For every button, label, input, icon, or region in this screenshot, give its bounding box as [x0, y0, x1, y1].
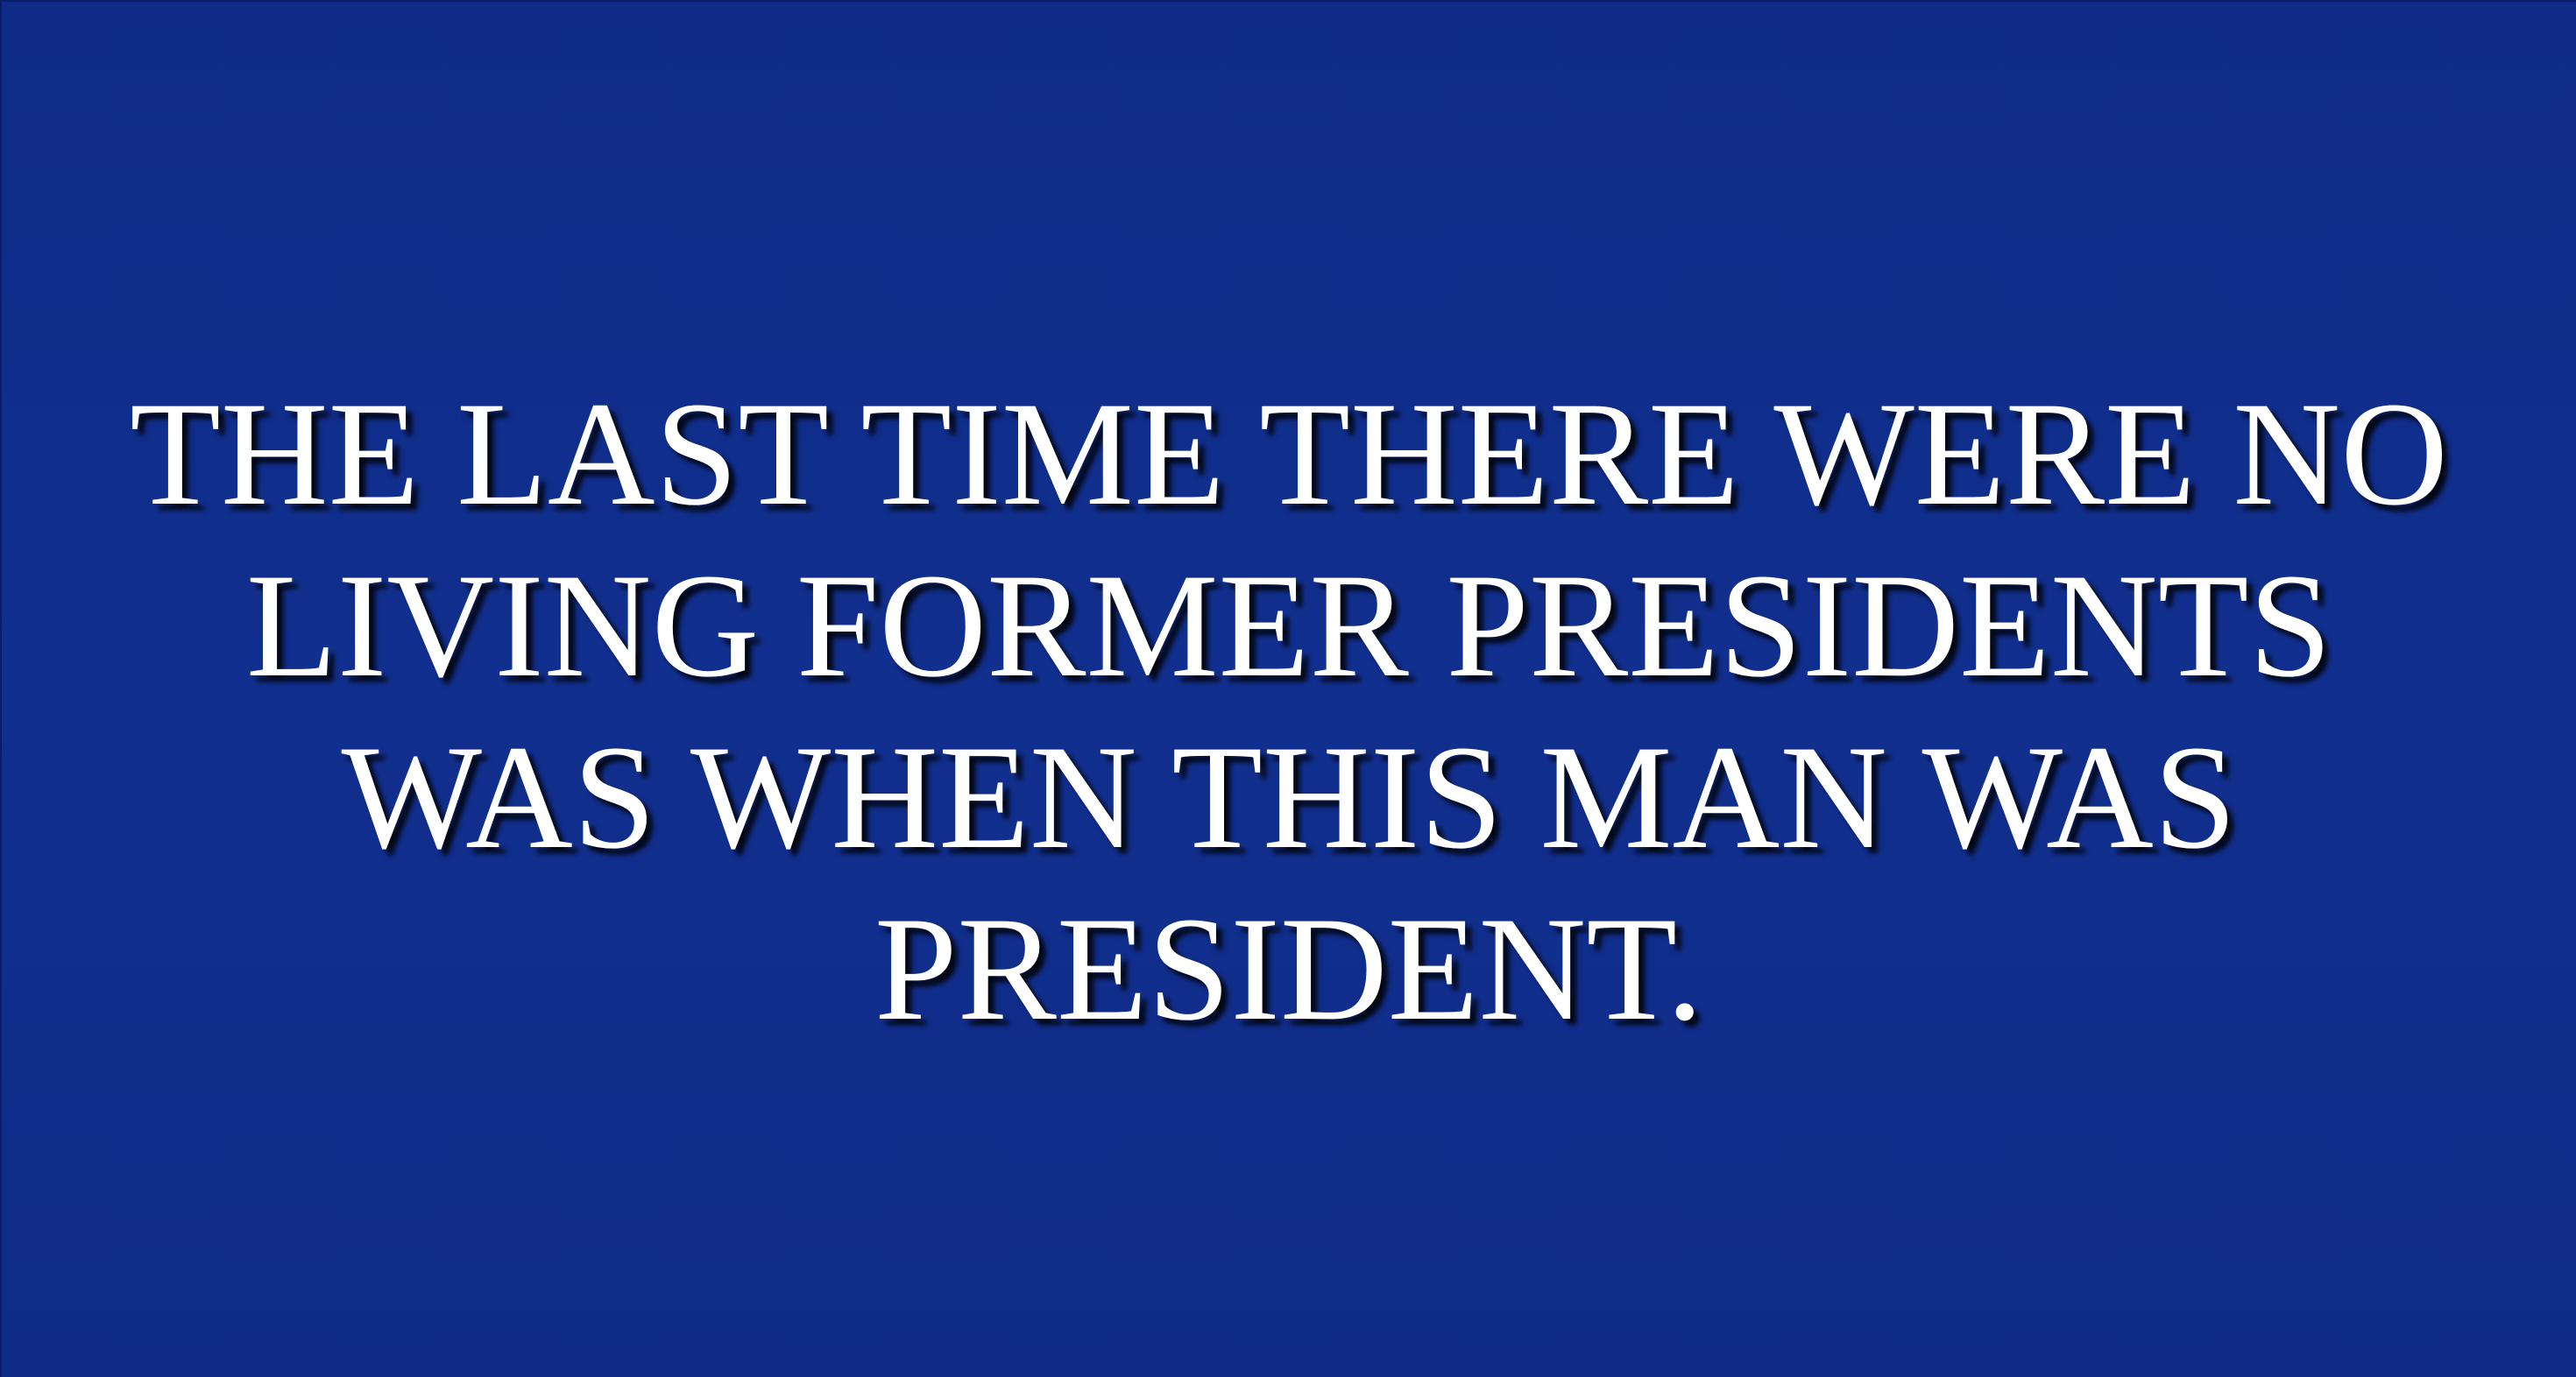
clue-screen: THE LAST TIME THERE WERE NO LIVING FORME… — [0, 0, 2576, 1377]
clue-line-4: PRESIDENT. — [874, 886, 1704, 1051]
clue-line-2: LIVING FORMER PRESIDENTS — [245, 543, 2332, 708]
clue-line-3: WAS WHEN THIS MAN WAS — [341, 715, 2237, 879]
clue-text: THE LAST TIME THERE WERE NO LIVING FORME… — [54, 368, 2523, 1055]
clue-line-1: THE LAST TIME THERE WERE NO — [130, 371, 2448, 536]
